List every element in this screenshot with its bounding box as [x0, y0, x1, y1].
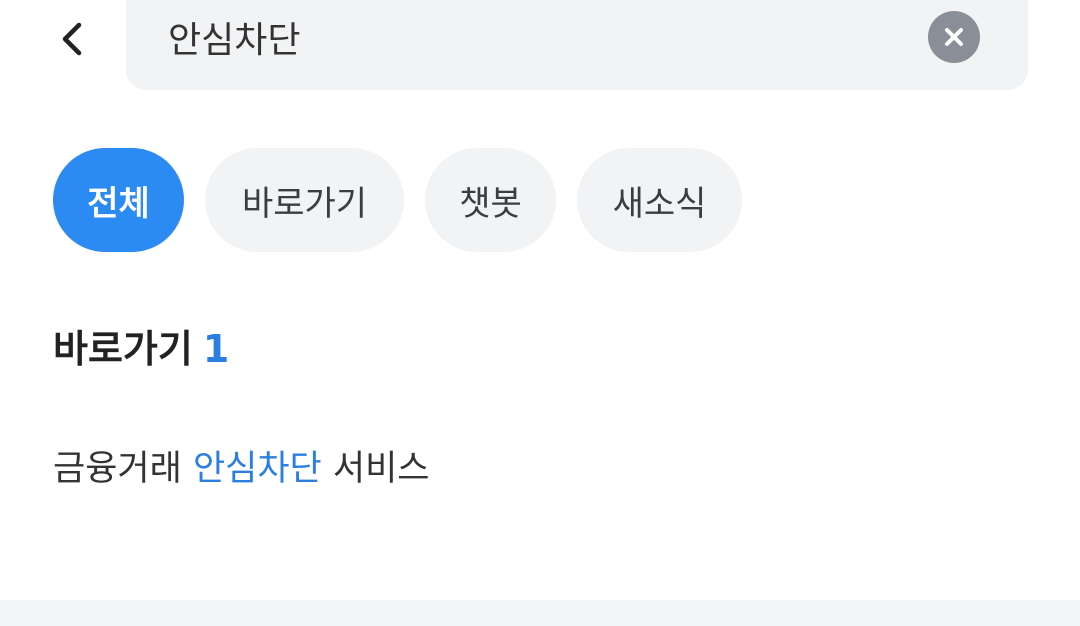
clear-search-button[interactable]: [928, 11, 980, 63]
filter-chips: 전체 바로가기 챗봇 새소식: [53, 148, 742, 252]
search-box: [126, 0, 1028, 90]
result-item[interactable]: 금융거래 안심차단 서비스: [53, 440, 429, 491]
search-input[interactable]: [168, 0, 908, 74]
result-highlight: 안심차단: [192, 449, 322, 489]
chip-news[interactable]: 새소식: [577, 148, 742, 252]
chip-shortcut[interactable]: 바로가기: [205, 148, 404, 252]
search-results-page: 전체 바로가기 챗봇 새소식 바로가기1 금융거래 안심차단 서비스: [0, 0, 1080, 626]
result-suffix: 서비스: [321, 449, 430, 489]
back-button[interactable]: [40, 0, 104, 78]
result-prefix: 금융거래: [53, 449, 193, 489]
chip-all[interactable]: 전체: [53, 148, 184, 252]
bottom-divider-band: [0, 600, 1080, 626]
section-title: 바로가기 1: [53, 318, 229, 373]
section-count: 1: [202, 327, 230, 371]
section-title-label: 바로가기: [53, 327, 193, 371]
close-icon: [945, 28, 963, 46]
chevron-left-icon: [62, 22, 82, 56]
chip-chatbot[interactable]: 챗봇: [425, 148, 556, 252]
